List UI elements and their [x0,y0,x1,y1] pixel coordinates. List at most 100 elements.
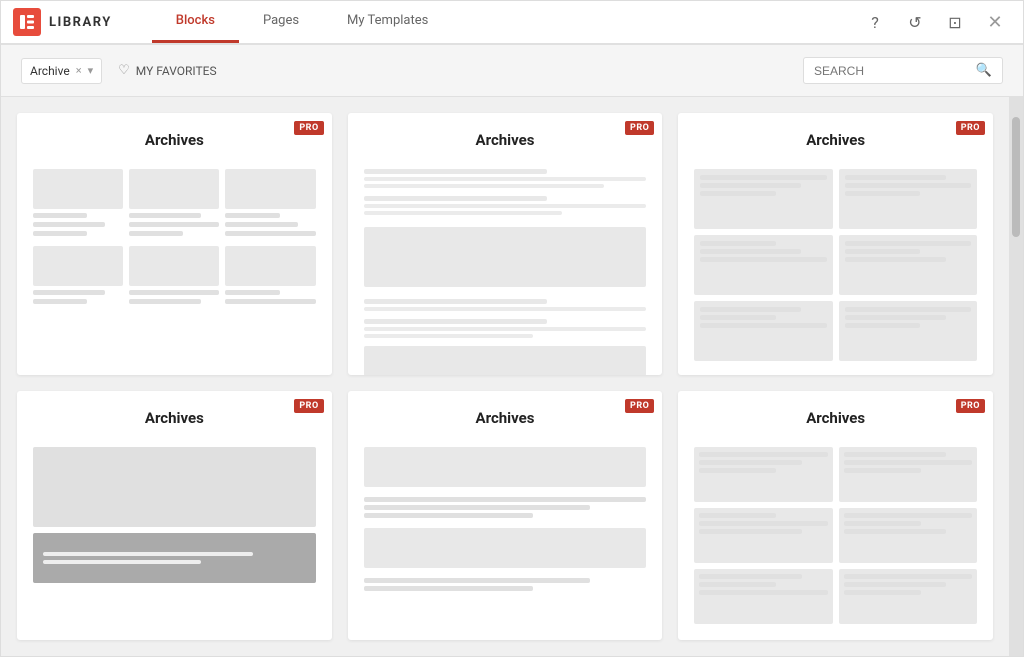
preview-item [225,169,315,236]
preview-line [700,315,776,320]
preview-lines [364,497,647,518]
card-preview-2 [348,161,663,375]
favorites-button[interactable]: ♡ MY FAVORITES [118,63,217,78]
preview-line [845,249,921,254]
card-archives-1[interactable]: PRO Archives [17,113,332,375]
grid-cell [839,169,977,229]
grid-cell [694,235,832,295]
search-icon: 🔍 [976,63,992,78]
elementor-logo-icon [13,8,41,36]
card-title-5: Archives [348,391,663,439]
preview-line [700,307,801,312]
card-title-2: Archives [348,113,663,161]
filter-chevron-icon: ▾ [88,64,94,77]
preview-line [364,184,604,188]
card6-cell [694,508,832,563]
preview-line [699,468,776,473]
preview-line [845,175,946,180]
preview-img [129,169,219,209]
pro-badge: PRO [625,399,654,413]
filter-dropdown[interactable]: Archive × ▾ [21,58,102,84]
card-preview-4 [17,439,332,599]
preview-line [33,222,105,227]
card-title-3: Archives [678,113,993,161]
preview-line [225,222,297,227]
card-title-1: Archives [17,113,332,161]
preview-list [364,169,647,375]
preview-item [225,246,315,304]
preview-line [364,497,647,502]
card-archives-2[interactable]: PRO Archives [348,113,663,375]
preview-line [129,290,219,295]
preview-row [364,447,647,487]
preview-line [364,586,534,591]
card6-cell [839,447,977,502]
pro-badge: PRO [294,121,323,135]
grid-cell [839,235,977,295]
preview-line [33,213,87,218]
card6-cell [694,447,832,502]
favorites-label: MY FAVORITES [136,64,217,78]
pro-badge: PRO [294,399,323,413]
preview-line [699,590,827,595]
filter-clear-icon[interactable]: × [76,64,82,77]
preview-line [844,582,947,587]
card-archives-6[interactable]: PRO Archives [678,391,993,640]
preview-line [699,529,802,534]
preview-item [129,246,219,304]
tab-blocks[interactable]: Blocks [152,1,239,43]
card-archives-5[interactable]: PRO Archives [348,391,663,640]
preview-line [364,307,647,311]
help-button[interactable]: ? [863,10,887,34]
library-title: LIBRARY [49,15,112,30]
preview-grid-3col-row2 [33,246,316,304]
card-archives-4[interactable]: PRO Archives [17,391,332,640]
save-button[interactable]: ⊡ [943,10,967,34]
card-title-4: Archives [17,391,332,439]
preview-white-line [43,560,201,564]
preview-line [700,191,776,196]
card6-cell [839,508,977,563]
close-button[interactable]: ✕ [983,10,1007,34]
search-input[interactable] [814,64,968,78]
preview-line [364,505,590,510]
preview-line [700,323,826,328]
preview-line [844,574,972,579]
preview-line [844,468,921,473]
preview-line [225,213,279,218]
grid-cell [694,169,832,229]
preview-line [845,307,971,312]
preview-line [845,323,921,328]
search-area: 🔍 [803,57,1003,84]
preview-line [33,290,105,295]
card-archives-3[interactable]: PRO Archives [678,113,993,375]
preview-line [364,196,548,201]
preview-line [700,249,801,254]
filter-label: Archive [30,64,70,78]
tab-pages[interactable]: Pages [239,1,323,43]
preview-line [364,319,548,324]
list-item [364,169,647,188]
preview-card6 [694,447,977,624]
preview-grid-3col-2 [33,246,316,304]
pro-badge: PRO [625,121,654,135]
refresh-button[interactable]: ↺ [903,10,927,34]
tab-my-templates[interactable]: My Templates [323,1,452,43]
scrollbar-track[interactable] [1009,97,1023,656]
preview-line [845,241,971,246]
preview-line [225,299,315,304]
preview-row [364,528,647,568]
preview-grid-2col [694,169,977,361]
preview-img [33,246,123,286]
card-preview-6 [678,439,993,640]
preview-line [845,183,971,188]
main-content: PRO Archives [1,97,1023,656]
preview-img [33,169,123,209]
preview-line [364,169,548,174]
preview-line [225,231,315,236]
preview-line [845,315,946,320]
pro-badge: PRO [956,399,985,413]
preview-item [33,246,123,304]
preview-card5 [364,447,647,591]
scrollbar-thumb[interactable] [1012,117,1020,237]
